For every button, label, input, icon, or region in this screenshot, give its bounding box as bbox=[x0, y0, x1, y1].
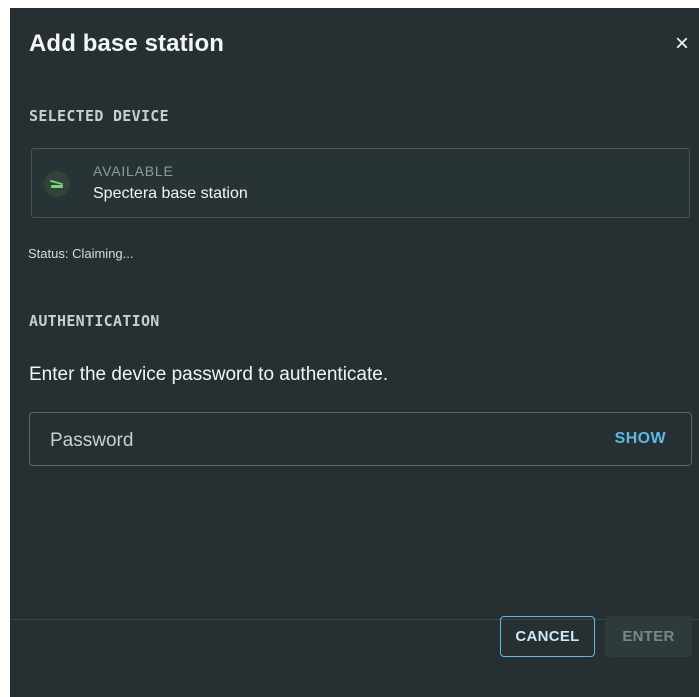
authentication-instructions: Enter the device password to authenticat… bbox=[29, 364, 389, 385]
base-station-icon bbox=[44, 171, 70, 197]
device-name: Spectera base station bbox=[93, 185, 248, 202]
authentication-heading: AUTHENTICATION bbox=[29, 312, 160, 330]
dialog-header: Add base station × bbox=[10, 8, 699, 84]
dialog-title: Add base station bbox=[29, 30, 224, 57]
footer-divider bbox=[10, 619, 699, 620]
enter-button[interactable]: ENTER bbox=[605, 616, 692, 657]
selected-device-heading: SELECTED DEVICE bbox=[29, 107, 169, 125]
add-base-station-dialog: Add base station × SELECTED DEVICE AVAIL… bbox=[10, 8, 699, 697]
claiming-status: Status: Claiming... bbox=[28, 246, 134, 261]
password-input[interactable] bbox=[48, 425, 572, 457]
close-button[interactable]: × bbox=[671, 32, 693, 56]
show-password-button[interactable]: SHOW bbox=[615, 430, 666, 448]
password-field: SHOW bbox=[29, 412, 692, 466]
close-icon: × bbox=[674, 30, 689, 57]
cancel-button[interactable]: CANCEL bbox=[500, 616, 595, 657]
selected-device-card[interactable]: AVAILABLE Spectera base station bbox=[31, 148, 690, 218]
device-availability-status: AVAILABLE bbox=[93, 163, 174, 179]
